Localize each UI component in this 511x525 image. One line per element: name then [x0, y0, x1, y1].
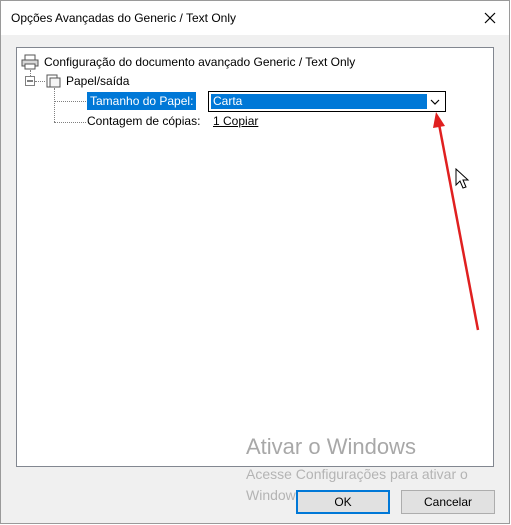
mouse-cursor-icon — [455, 168, 470, 189]
chevron-down-icon[interactable] — [425, 92, 445, 111]
close-icon — [484, 12, 496, 24]
collapse-toggle-icon[interactable] — [25, 76, 35, 86]
tree-connector — [35, 81, 45, 82]
paper-size-select[interactable]: Carta — [208, 91, 446, 112]
tree-connector — [54, 88, 55, 122]
advanced-options-dialog: Opções Avançadas do Generic / Text Only … — [0, 0, 510, 524]
tree-connector — [54, 122, 86, 123]
printer-icon — [21, 54, 39, 70]
activation-watermark-title: Ativar o Windows — [246, 434, 416, 459]
cancel-button[interactable]: Cancelar — [401, 490, 495, 514]
settings-tree: Configuração do documento avançado Gener… — [16, 47, 494, 467]
paper-size-label[interactable]: Tamanho do Papel: — [87, 92, 197, 110]
copies-value-link[interactable]: 1 Copiar — [213, 114, 258, 128]
title-bar: Opções Avançadas do Generic / Text Only — [1, 1, 509, 35]
copies-label: Contagem de cópias: — [87, 114, 201, 128]
paper-size-value: Carta — [211, 94, 427, 109]
tree-section-label: Papel/saída — [66, 74, 130, 88]
close-button[interactable] — [473, 3, 507, 33]
paper-icon — [46, 74, 61, 88]
ok-button[interactable]: OK — [296, 490, 390, 514]
tree-connector — [54, 101, 86, 102]
tree-root-label: Configuração do documento avançado Gener… — [44, 55, 356, 69]
dialog-title: Opções Avançadas do Generic / Text Only — [11, 11, 237, 25]
